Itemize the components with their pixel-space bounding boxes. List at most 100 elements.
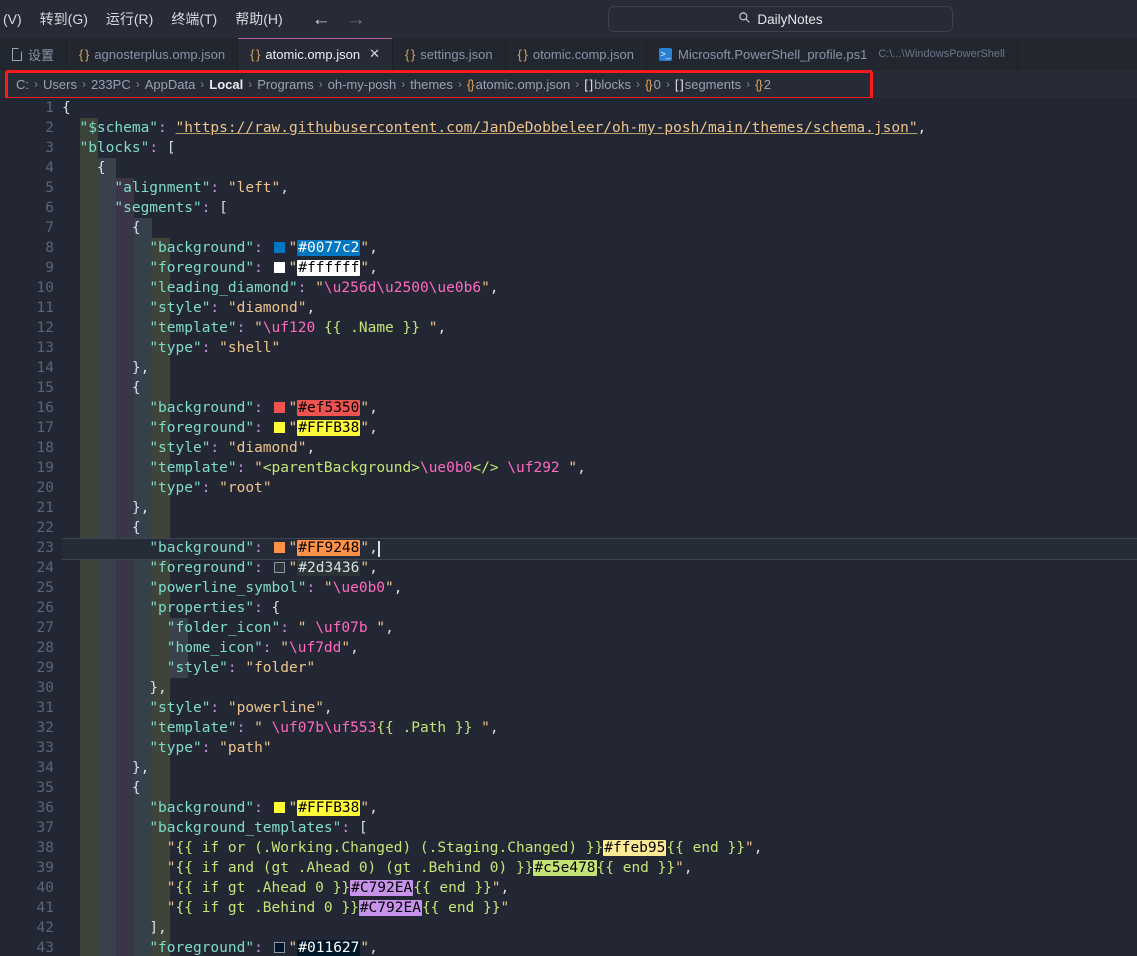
code-line-29[interactable]: "style": "folder" [62, 658, 1137, 678]
breadcrumb-segment-12[interactable]: 2 [764, 77, 771, 92]
line-number: 19 [36, 460, 54, 476]
menu-item-1[interactable]: 转到(G) [31, 5, 97, 33]
code-line-34[interactable]: }, [62, 758, 1137, 778]
code-content[interactable]: { "$schema": "https://raw.githubusercont… [0, 98, 1137, 956]
code-line-40[interactable]: "{{ if gt .Ahead 0 }}#C792EA{{ end }}", [62, 878, 1137, 898]
code-editor[interactable]: 1 2 3 4 5 6 7 8 9 10 11 12 13 14 15 16 17 18 19 20 21 22 23 24 2… [0, 98, 1137, 956]
close-icon[interactable]: ✕ [369, 46, 380, 62]
line-number: 36 [36, 800, 54, 816]
code-line-41[interactable]: "{{ if gt .Behind 0 }}#C792EA{{ end }}" [62, 898, 1137, 918]
editor-tab-2[interactable]: { } atomic.omp.json ✕ [238, 38, 393, 70]
code-line-12[interactable]: "template": "\uf120 {{ .Name }} ", [62, 318, 1137, 338]
editor-tab-label: 设置 [28, 47, 55, 63]
breadcrumb-segment-11[interactable]: segments [685, 77, 741, 92]
breadcrumb-segment-10[interactable]: 0 [654, 77, 661, 92]
code-line-10[interactable]: "leading_diamond": "\u256d\u2500\ue0b6", [62, 278, 1137, 298]
menu-item-4[interactable]: 帮助(H) [226, 5, 291, 33]
line-number: 14 [36, 360, 54, 376]
code-line-11[interactable]: "style": "diamond", [62, 298, 1137, 318]
menu-item-3[interactable]: 终端(T) [162, 5, 226, 33]
line-number: 31 [36, 700, 54, 716]
code-line-3[interactable]: "blocks": [ [62, 138, 1137, 158]
settings-file-icon [12, 47, 22, 61]
code-line-17[interactable]: "foreground": "#FFFB38", [62, 418, 1137, 438]
breadcrumb-segment-2[interactable]: 233PC [91, 77, 131, 92]
breadcrumb-segment-5[interactable]: Programs [257, 77, 313, 92]
editor-tab-path: C:\...\WindowsPowerShell [878, 48, 1005, 60]
breadcrumb-segment-0[interactable]: C: [16, 77, 29, 92]
object-icon: {} [466, 76, 475, 92]
line-number: 41 [36, 900, 54, 916]
line-number: 33 [36, 740, 54, 756]
code-line-9[interactable]: "foreground": "#ffffff", [62, 258, 1137, 278]
menu-item-2[interactable]: 运行(R) [97, 5, 162, 33]
back-arrow-icon[interactable]: ← [312, 10, 331, 29]
code-line-30[interactable]: }, [62, 678, 1137, 698]
command-search-box[interactable]: DailyNotes [608, 6, 953, 32]
breadcrumb-segment-4[interactable]: Local [209, 77, 243, 92]
code-line-28[interactable]: "home_icon": "\uf7dd", [62, 638, 1137, 658]
json-file-icon: { } [517, 46, 528, 62]
code-line-19[interactable]: "template": "<parentBackground>\ue0b0</>… [62, 458, 1137, 478]
code-line-35[interactable]: { [62, 778, 1137, 798]
code-line-37[interactable]: "background_templates": [ [62, 818, 1137, 838]
editor-tab-3[interactable]: { } settings.json [392, 38, 506, 70]
code-line-16[interactable]: "background": "#ef5350", [62, 398, 1137, 418]
code-line-2[interactable]: "$schema": "https://raw.githubuserconten… [62, 118, 1137, 138]
code-line-27[interactable]: "folder_icon": " \uf07b ", [62, 618, 1137, 638]
breadcrumb-segment-1[interactable]: Users [43, 77, 77, 92]
code-line-6[interactable]: "segments": [ [62, 198, 1137, 218]
code-line-36[interactable]: "background": "#FFFB38", [62, 798, 1137, 818]
breadcrumb-separator: › [318, 77, 323, 91]
breadcrumb-separator: › [665, 77, 670, 91]
code-line-21[interactable]: }, [62, 498, 1137, 518]
code-line-1[interactable]: { [62, 98, 1137, 118]
code-line-4[interactable]: { [62, 158, 1137, 178]
line-number: 7 [45, 220, 54, 236]
breadcrumb-segment-6[interactable]: oh-my-posh [328, 77, 397, 92]
breadcrumb-segment-9[interactable]: blocks [594, 77, 631, 92]
json-file-icon: { } [250, 46, 260, 62]
editor-tab-1[interactable]: { } agnosterplus.omp.json [67, 38, 239, 70]
powershell-file-icon: >_ [659, 47, 672, 61]
line-number: 39 [36, 860, 54, 876]
code-line-25[interactable]: "powerline_symbol": "\ue0b0", [62, 578, 1137, 598]
line-number: 29 [36, 660, 54, 676]
code-line-39[interactable]: "{{ if and (gt .Ahead 0) (gt .Behind 0) … [62, 858, 1137, 878]
breadcrumb-segment-7[interactable]: themes [410, 77, 453, 92]
code-line-15[interactable]: { [62, 378, 1137, 398]
code-line-8[interactable]: "background": "#0077c2", [62, 238, 1137, 258]
code-line-5[interactable]: "alignment": "left", [62, 178, 1137, 198]
editor-tab-bar: 设置 { } agnosterplus.omp.json { } atomic.omp.… [0, 38, 1137, 70]
array-icon: [ ] [584, 76, 593, 92]
code-line-7[interactable]: { [62, 218, 1137, 238]
breadcrumb-separator: › [575, 77, 580, 91]
search-icon [738, 11, 751, 27]
code-line-26[interactable]: "properties": { [62, 598, 1137, 618]
menu-item-0[interactable]: (V) [0, 7, 31, 31]
code-line-32[interactable]: "template": " \uf07b\uf553{{ .Path }} ", [62, 718, 1137, 738]
editor-tab-5[interactable]: >_ Microsoft.PowerShell_profile.ps1 C:\...… [647, 38, 1018, 70]
code-line-38[interactable]: "{{ if or (.Working.Changed) (.Staging.C… [62, 838, 1137, 858]
code-line-14[interactable]: }, [62, 358, 1137, 378]
line-number: 10 [36, 280, 54, 296]
line-number: 3 [45, 140, 54, 156]
editor-tab-4[interactable]: { } otomic.comp.json [505, 38, 647, 70]
code-line-33[interactable]: "type": "path" [62, 738, 1137, 758]
forward-arrow-icon[interactable]: → [347, 10, 366, 29]
code-line-20[interactable]: "type": "root" [62, 478, 1137, 498]
code-line-18[interactable]: "style": "diamond", [62, 438, 1137, 458]
editor-tab-0[interactable]: 设置 [0, 38, 68, 70]
code-line-42[interactable]: ], [62, 918, 1137, 938]
code-line-24[interactable]: "foreground": "#2d3436", [62, 558, 1137, 578]
line-number-gutter: 1 2 3 4 5 6 7 8 9 10 11 12 13 14 15 16 17 18 19 20 21 22 23 24 2… [0, 98, 62, 956]
line-number: 21 [36, 500, 54, 516]
breadcrumb-segment-8[interactable]: atomic.omp.json [476, 77, 571, 92]
json-file-icon: { } [404, 46, 415, 62]
code-line-23[interactable]: "background": "#FF9248",​ [0, 538, 1137, 560]
breadcrumb-segment-3[interactable]: AppData [145, 77, 196, 92]
code-line-22[interactable]: { [62, 518, 1137, 538]
code-line-43[interactable]: "foreground": "#011627", [62, 938, 1137, 956]
code-line-13[interactable]: "type": "shell" [62, 338, 1137, 358]
code-line-31[interactable]: "style": "powerline", [62, 698, 1137, 718]
